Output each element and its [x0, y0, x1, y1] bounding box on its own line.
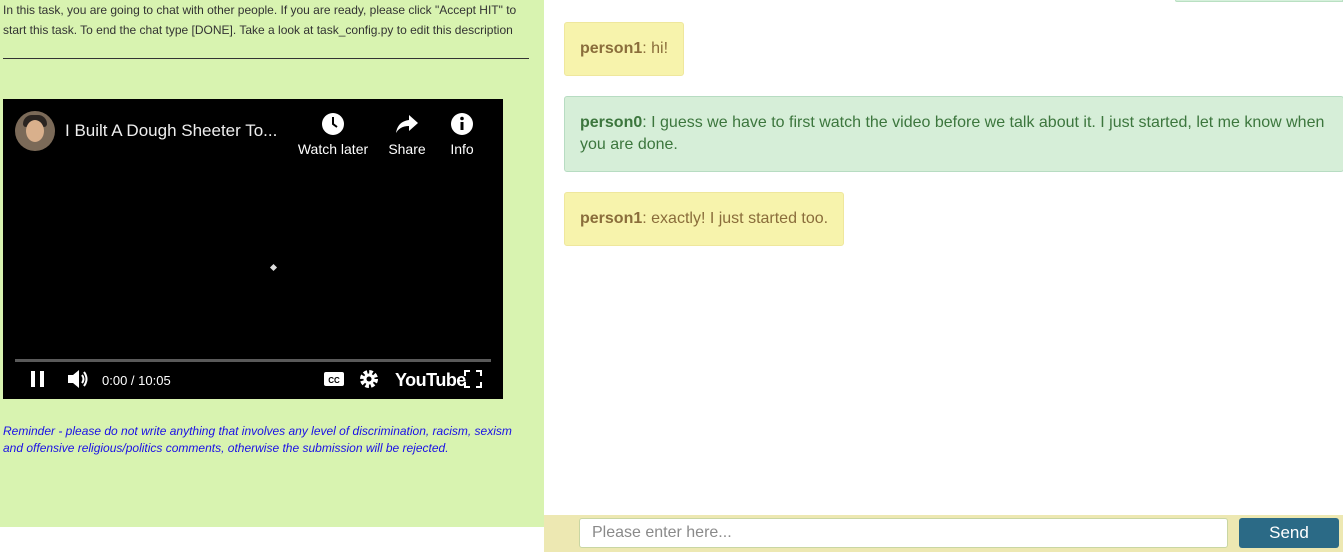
reminder-text: Reminder - please do not write anything … — [3, 424, 512, 455]
progress-bar[interactable] — [15, 359, 491, 362]
watch-later-label: Watch later — [297, 141, 369, 157]
share-label: Share — [388, 141, 426, 157]
pause-button[interactable] — [29, 369, 47, 393]
info-label: Info — [450, 141, 474, 157]
chat-input-bar: Send — [544, 515, 1343, 552]
message-text: : exactly! I just started too. — [642, 210, 829, 227]
volume-icon — [66, 368, 90, 395]
task-description: In this task, you are going to chat with… — [3, 3, 517, 37]
youtube-logo[interactable]: YouTube — [395, 370, 466, 391]
message-person1: person1: hi! — [564, 22, 685, 76]
clock-icon — [295, 111, 371, 137]
message-person1: person1: exactly! I just started too. — [564, 192, 845, 246]
captions-icon: CC — [323, 370, 345, 393]
message-sender: person0 — [580, 114, 643, 131]
time-display: 0:00 / 10:05 — [102, 373, 171, 388]
pause-icon — [29, 369, 47, 394]
fullscreen-button[interactable] — [463, 369, 483, 393]
gear-icon — [358, 368, 380, 395]
share-icon — [373, 111, 441, 137]
message-text: : hi! — [642, 40, 669, 57]
volume-button[interactable] — [66, 369, 90, 393]
fullscreen-icon — [463, 369, 483, 394]
info-button[interactable]: Info — [443, 111, 481, 157]
chat-input[interactable] — [579, 518, 1228, 548]
message-sender: person1 — [580, 210, 643, 227]
captions-button[interactable]: CC — [323, 369, 345, 393]
info-icon — [443, 111, 481, 137]
watch-later-button[interactable]: Watch later — [295, 111, 371, 157]
settings-button[interactable] — [358, 369, 380, 393]
message-sender: person1 — [580, 40, 643, 57]
task-panel: In this task, you are going to chat with… — [0, 0, 544, 527]
youtube-player[interactable]: I Built A Dough Sheeter To... Watch late… — [3, 99, 503, 399]
video-title[interactable]: I Built A Dough Sheeter To... — [65, 121, 290, 141]
channel-avatar[interactable] — [15, 111, 55, 151]
send-button[interactable]: Send — [1239, 518, 1339, 548]
divider — [3, 58, 529, 59]
message-person0: person0: I guess we have to first watch … — [564, 96, 1343, 172]
svg-text:CC: CC — [328, 376, 340, 385]
message-text: : I guess we have to first watch the vid… — [580, 114, 1325, 153]
chat-messages: person1: hi! person0: I guess we have to… — [544, 0, 1343, 515]
loading-spinner — [269, 263, 278, 272]
share-button[interactable]: Share — [373, 111, 441, 157]
message-edge — [1175, 0, 1343, 2]
